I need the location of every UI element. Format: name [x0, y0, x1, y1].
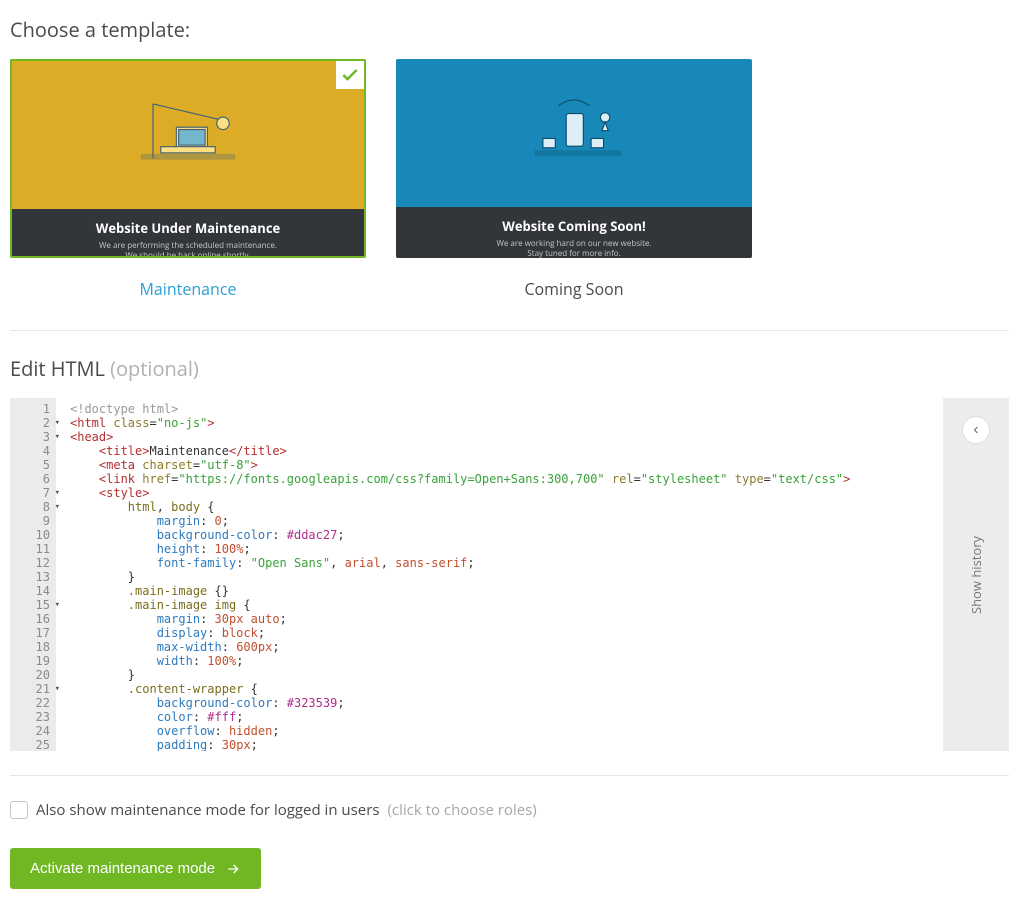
edit-html-optional: (optional) — [110, 355, 199, 382]
thumb-sub2: Stay tuned for more info. — [404, 249, 744, 258]
template-card-coming-soon[interactable]: Website Coming Soon! We are working hard… — [396, 59, 752, 300]
template-thumb: Website Coming Soon! We are working hard… — [396, 59, 752, 258]
thumb-caption: Website Under Maintenance We are perform… — [12, 209, 364, 258]
thumb-sub2: We should be back online shortly. — [20, 251, 356, 258]
thumb-illustration — [396, 59, 752, 207]
template-label-coming-soon[interactable]: Coming Soon — [396, 278, 752, 300]
activate-button-label: Activate maintenance mode — [30, 860, 215, 877]
activate-maintenance-button[interactable]: Activate maintenance mode — [10, 848, 261, 889]
divider — [10, 775, 1009, 776]
checkbox-label: Also show maintenance mode for logged in… — [36, 800, 379, 820]
choose-roles-link[interactable]: (click to choose roles) — [387, 800, 536, 820]
template-label-maintenance[interactable]: Maintenance — [10, 278, 366, 300]
thumb-title: Website Under Maintenance — [20, 219, 356, 237]
history-side-panel: Show history — [943, 398, 1009, 751]
edit-html-heading: Edit HTML (optional) — [10, 355, 1009, 382]
arrow-right-icon — [225, 861, 241, 877]
thumb-illustration — [12, 61, 364, 209]
show-history-label[interactable]: Show history — [967, 535, 985, 613]
thumb-caption: Website Coming Soon! We are working hard… — [396, 207, 752, 258]
editor-container: 1234567891011121314151617181920212223242… — [10, 398, 1009, 751]
template-card-maintenance[interactable]: Website Under Maintenance We are perform… — [10, 59, 366, 300]
template-list: Website Under Maintenance We are perform… — [10, 59, 1009, 300]
editor-gutter: 1234567891011121314151617181920212223242… — [10, 398, 56, 751]
edit-html-text: Edit HTML — [10, 355, 105, 382]
thumb-title: Website Coming Soon! — [404, 217, 744, 235]
choose-template-heading: Choose a template: — [10, 16, 1009, 43]
selected-check-icon — [336, 61, 364, 89]
chevron-left-icon — [970, 424, 982, 436]
template-thumb: Website Under Maintenance We are perform… — [10, 59, 366, 258]
history-toggle-button[interactable] — [962, 416, 990, 444]
logged-in-users-option: Also show maintenance mode for logged in… — [10, 800, 1009, 820]
logged-in-users-checkbox[interactable] — [10, 801, 28, 819]
html-code-editor[interactable]: 1234567891011121314151617181920212223242… — [10, 398, 943, 751]
editor-code[interactable]: <!doctype html><html class="no-js"><head… — [56, 398, 856, 751]
divider — [10, 330, 1009, 331]
